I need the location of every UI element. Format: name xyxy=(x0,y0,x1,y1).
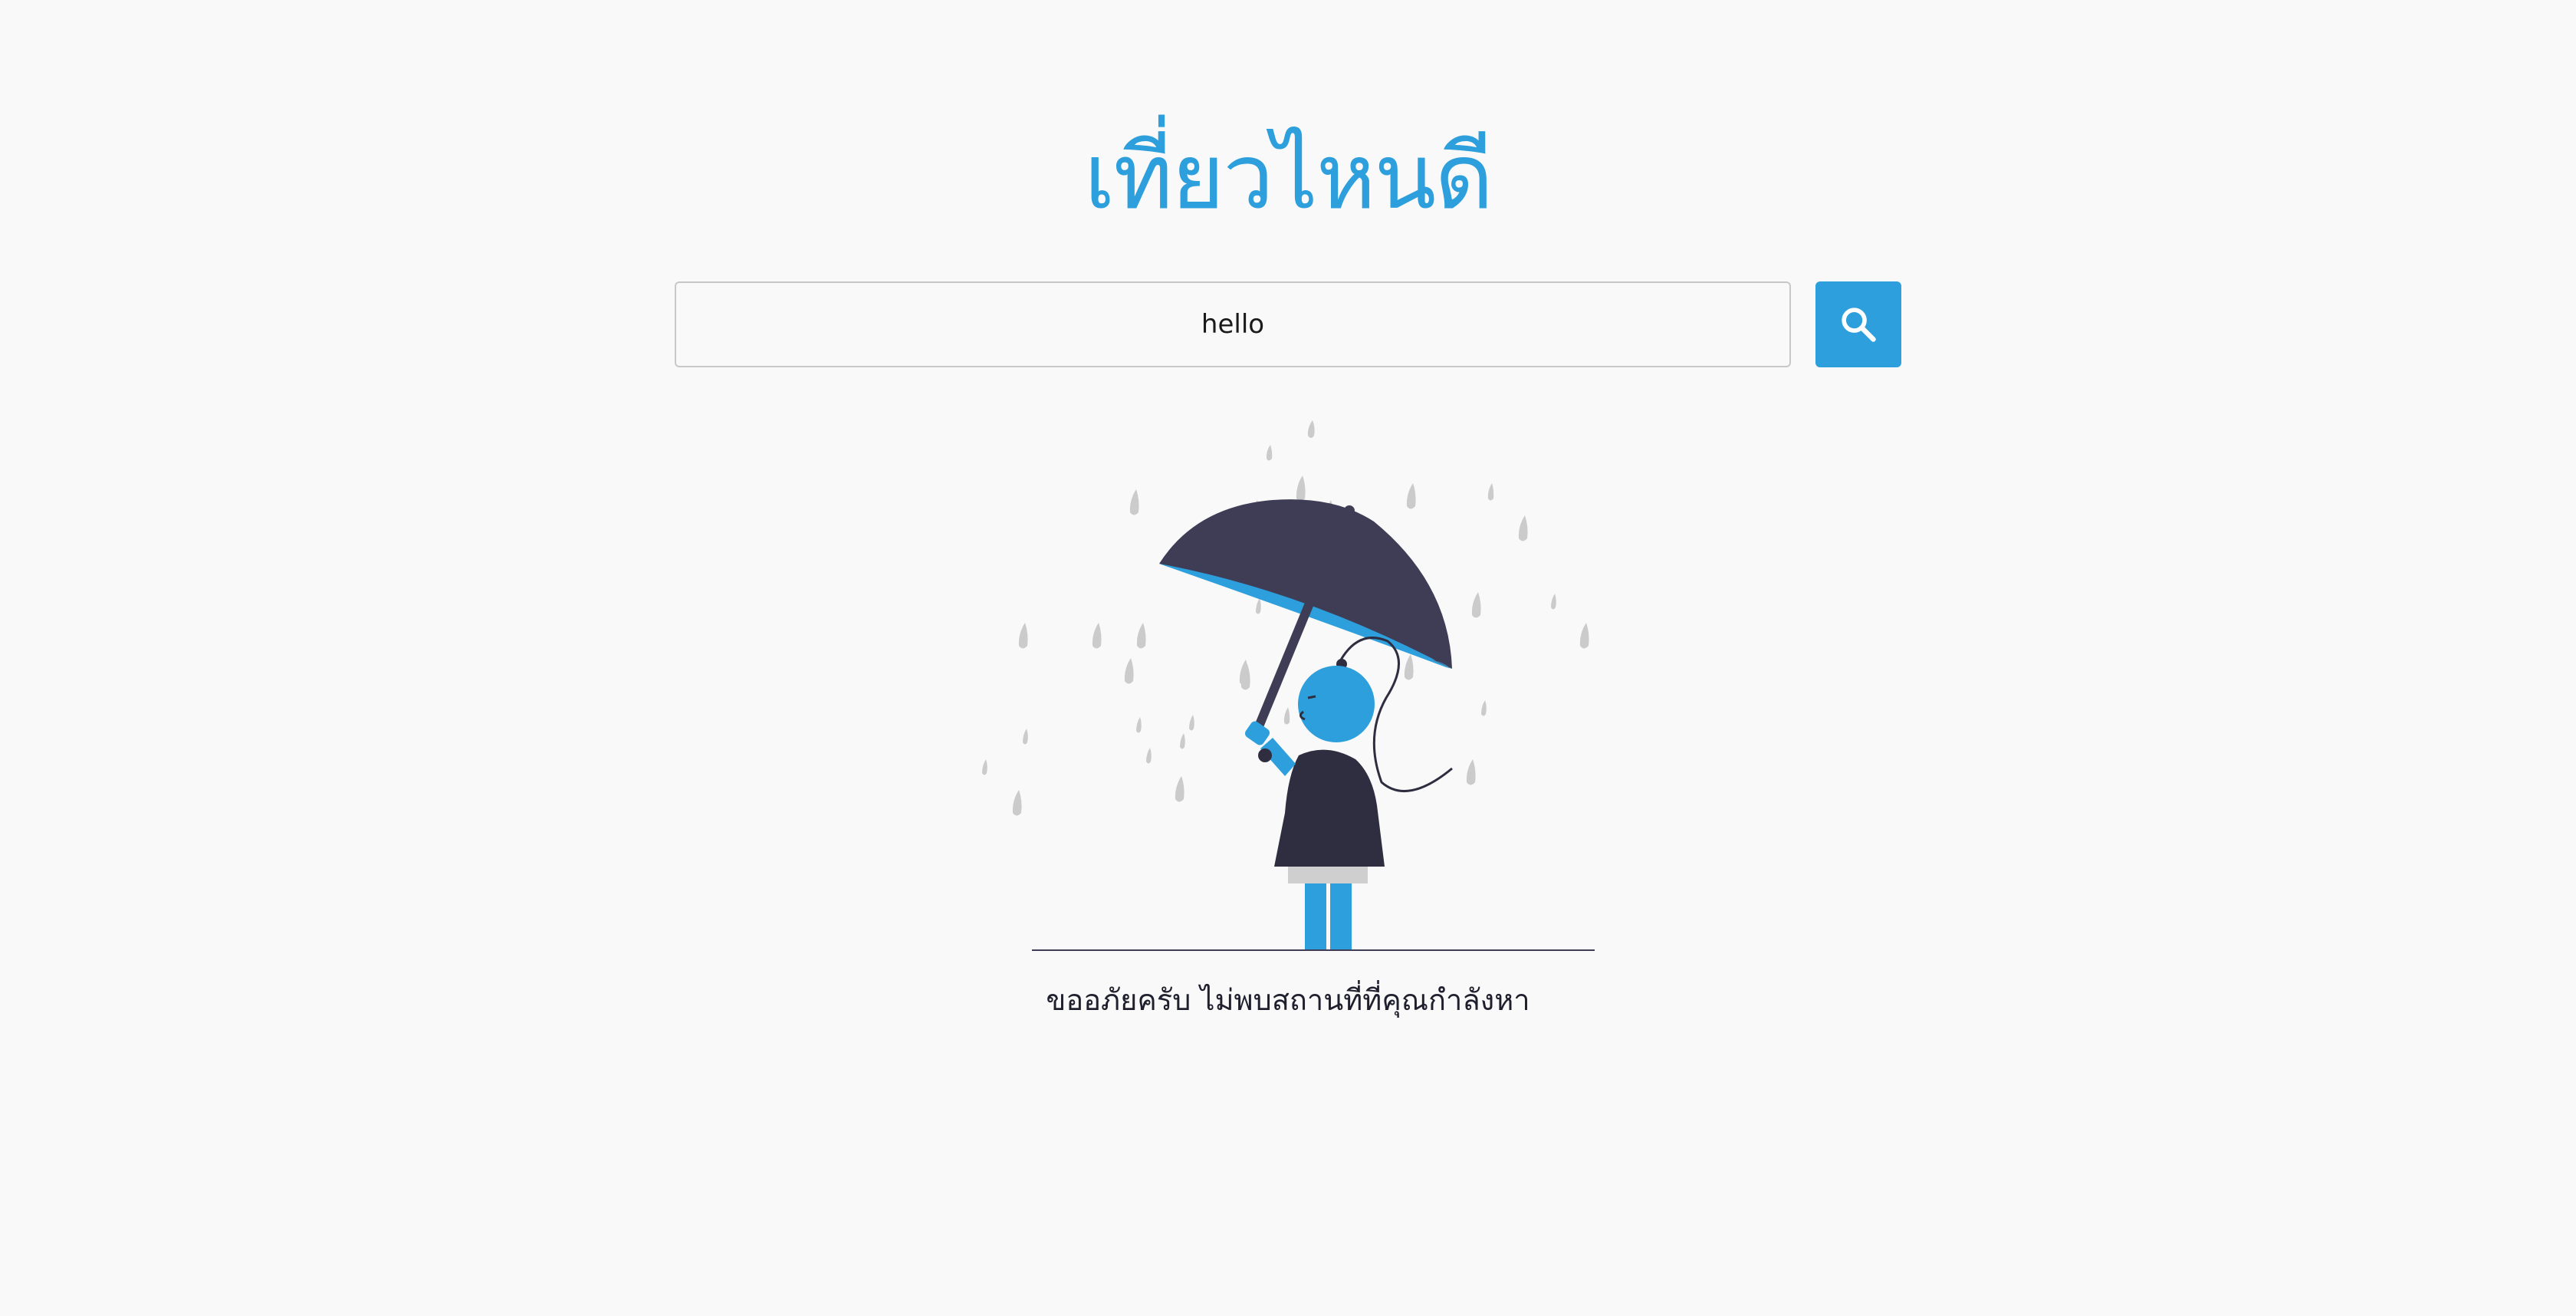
site-logo[interactable]: เที่ยวไหนดี xyxy=(0,115,2576,238)
head xyxy=(1298,666,1375,742)
right-leg xyxy=(1330,883,1352,951)
left-leg xyxy=(1305,883,1326,951)
search-icon xyxy=(1842,308,1876,342)
empty-state-illustration xyxy=(982,420,1595,951)
no-results-message: ขออภัยครับ ไม่พบสถานที่ที่คุณกำลังหา xyxy=(1046,983,1530,1017)
search-input[interactable] xyxy=(675,281,1791,367)
search-button[interactable] xyxy=(1815,281,1901,367)
search-bar xyxy=(675,281,1901,367)
page: เที่ยวไหนดี hello ขออภัยครับ ไม่พบสถานที… xyxy=(0,0,2576,1316)
